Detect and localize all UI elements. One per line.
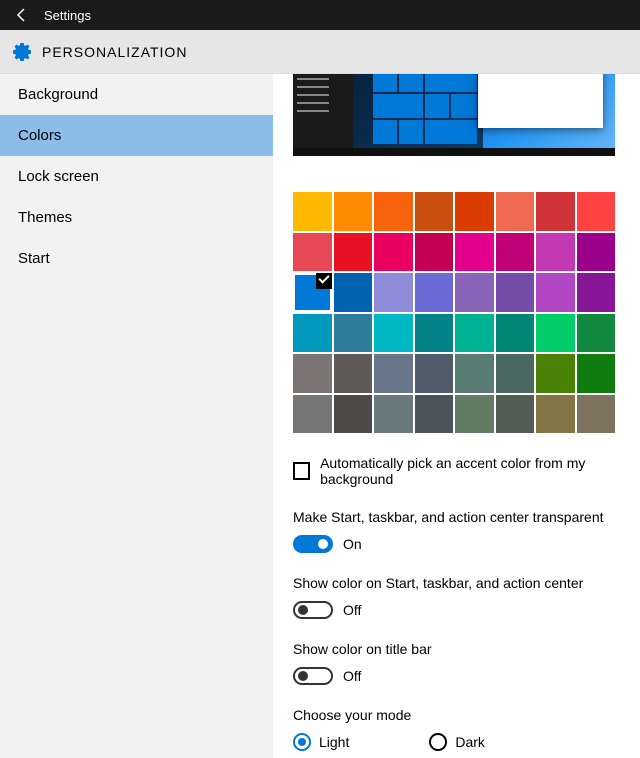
titlebar-color-setting: Show color on title bar Off bbox=[293, 641, 640, 685]
color-swatch[interactable] bbox=[496, 192, 535, 231]
color-swatch[interactable] bbox=[374, 233, 413, 272]
color-swatch[interactable] bbox=[536, 273, 575, 312]
color-swatch[interactable] bbox=[374, 354, 413, 393]
color-swatch[interactable] bbox=[334, 233, 373, 272]
color-swatch[interactable] bbox=[455, 354, 494, 393]
color-swatch[interactable] bbox=[536, 314, 575, 353]
radio-icon bbox=[429, 733, 447, 751]
sidebar-item-lock-screen[interactable]: Lock screen bbox=[0, 156, 273, 197]
color-swatch[interactable] bbox=[577, 395, 616, 434]
transparent-setting: Make Start, taskbar, and action center t… bbox=[293, 509, 640, 553]
color-swatch[interactable] bbox=[374, 273, 413, 312]
setting-title: Show color on Start, taskbar, and action… bbox=[293, 575, 640, 591]
color-swatch[interactable] bbox=[455, 192, 494, 231]
color-swatch[interactable] bbox=[536, 395, 575, 434]
radio-label: Dark bbox=[455, 734, 485, 750]
radio-label: Light bbox=[319, 734, 349, 750]
color-swatch[interactable] bbox=[293, 233, 332, 272]
color-swatch[interactable] bbox=[577, 273, 616, 312]
setting-title: Show color on title bar bbox=[293, 641, 640, 657]
sidebar-item-colors[interactable]: Colors bbox=[0, 115, 273, 156]
setting-title: Choose your mode bbox=[293, 707, 640, 723]
color-swatch[interactable] bbox=[577, 354, 616, 393]
color-swatch[interactable] bbox=[334, 395, 373, 434]
color-swatch[interactable] bbox=[496, 354, 535, 393]
color-swatch[interactable] bbox=[415, 273, 454, 312]
color-swatch[interactable] bbox=[496, 233, 535, 272]
settings-pane: Automatically pick an accent color from … bbox=[273, 74, 640, 758]
color-swatch[interactable] bbox=[293, 395, 332, 434]
show-color-toggle[interactable] bbox=[293, 601, 333, 619]
color-swatch[interactable] bbox=[293, 354, 332, 393]
setting-title: Make Start, taskbar, and action center t… bbox=[293, 509, 640, 525]
color-swatch[interactable] bbox=[496, 314, 535, 353]
color-swatch[interactable] bbox=[293, 314, 332, 353]
color-swatch[interactable] bbox=[374, 192, 413, 231]
sidebar-item-themes[interactable]: Themes bbox=[0, 197, 273, 238]
auto-pick-row: Automatically pick an accent color from … bbox=[293, 455, 640, 487]
toggle-state: On bbox=[343, 536, 362, 552]
show-color-setting: Show color on Start, taskbar, and action… bbox=[293, 575, 640, 619]
color-swatch[interactable] bbox=[496, 273, 535, 312]
auto-pick-checkbox[interactable] bbox=[293, 462, 310, 480]
gear-icon bbox=[12, 42, 32, 62]
radio-icon bbox=[293, 733, 311, 751]
mode-setting: Choose your mode Light Dark bbox=[293, 707, 640, 751]
color-swatch[interactable] bbox=[536, 233, 575, 272]
mode-radio-group: Light Dark bbox=[293, 733, 640, 751]
color-swatch[interactable] bbox=[334, 354, 373, 393]
color-swatch[interactable] bbox=[293, 192, 332, 231]
color-swatch[interactable] bbox=[455, 273, 494, 312]
mode-option-dark[interactable]: Dark bbox=[429, 733, 485, 751]
color-swatch[interactable] bbox=[455, 314, 494, 353]
color-swatch[interactable] bbox=[577, 233, 616, 272]
toggle-state: Off bbox=[343, 602, 361, 618]
color-swatch[interactable] bbox=[455, 395, 494, 434]
color-swatch[interactable] bbox=[415, 314, 454, 353]
sidebar-item-start[interactable]: Start bbox=[0, 238, 273, 279]
page-header: PERSONALIZATION bbox=[0, 30, 640, 74]
content: BackgroundColorsLock screenThemesStart bbox=[0, 74, 640, 758]
color-swatch[interactable] bbox=[455, 233, 494, 272]
color-swatch[interactable] bbox=[415, 192, 454, 231]
page-title: PERSONALIZATION bbox=[42, 44, 187, 60]
color-swatch[interactable] bbox=[536, 354, 575, 393]
color-swatch-grid bbox=[293, 192, 615, 433]
color-swatch[interactable] bbox=[415, 395, 454, 434]
transparent-toggle[interactable] bbox=[293, 535, 333, 553]
titlebar-color-toggle[interactable] bbox=[293, 667, 333, 685]
color-swatch[interactable] bbox=[334, 192, 373, 231]
auto-pick-label: Automatically pick an accent color from … bbox=[320, 455, 640, 487]
sidebar-item-background[interactable]: Background bbox=[0, 74, 273, 115]
theme-preview bbox=[293, 74, 615, 156]
color-swatch[interactable] bbox=[374, 395, 413, 434]
color-swatch[interactable] bbox=[577, 192, 616, 231]
sidebar: BackgroundColorsLock screenThemesStart bbox=[0, 74, 273, 758]
color-swatch[interactable] bbox=[577, 314, 616, 353]
mode-option-light[interactable]: Light bbox=[293, 733, 349, 751]
color-swatch[interactable] bbox=[334, 314, 373, 353]
titlebar: Settings bbox=[0, 0, 640, 30]
color-swatch[interactable] bbox=[374, 314, 413, 353]
color-swatch[interactable] bbox=[293, 273, 332, 312]
color-swatch[interactable] bbox=[415, 233, 454, 272]
arrow-left-icon bbox=[14, 7, 30, 23]
toggle-state: Off bbox=[343, 668, 361, 684]
window-title: Settings bbox=[44, 8, 91, 23]
color-swatch[interactable] bbox=[415, 354, 454, 393]
back-button[interactable] bbox=[8, 1, 36, 29]
color-swatch[interactable] bbox=[536, 192, 575, 231]
color-swatch[interactable] bbox=[496, 395, 535, 434]
color-swatch[interactable] bbox=[334, 273, 373, 312]
